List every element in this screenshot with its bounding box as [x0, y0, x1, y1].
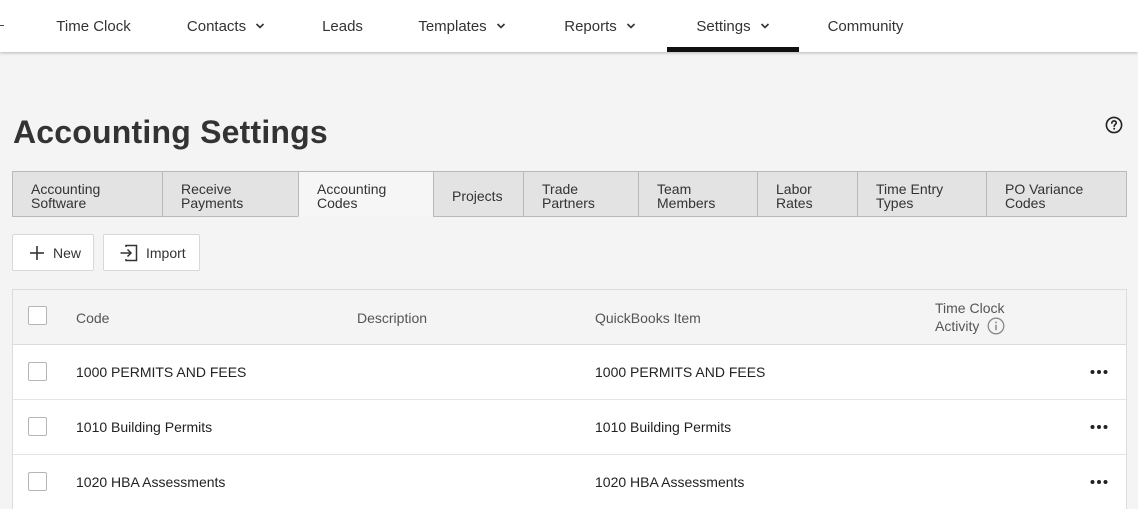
chevron-down-icon: [760, 23, 769, 29]
more-options-icon[interactable]: [1089, 419, 1109, 435]
nav-item-templates[interactable]: Templates: [400, 0, 524, 52]
top-nav: Time Clock Contacts Leads Templates Repo…: [0, 0, 1138, 52]
info-icon[interactable]: [987, 317, 1005, 335]
cell-quickbooks-item: 1010 Building Permits: [595, 419, 732, 435]
column-header-quickbooks-item[interactable]: QuickBooks Item: [595, 310, 701, 326]
column-header-time-clock-activity[interactable]: Time Clock Activity: [935, 299, 1005, 335]
tab-accounting-software[interactable]: Accounting Software: [12, 171, 163, 217]
tab-accounting-codes[interactable]: Accounting Codes: [298, 171, 434, 217]
nav-item-label: Contacts: [186, 17, 247, 35]
column-header-label-line2: Activity: [935, 318, 980, 334]
table-row[interactable]: 1000 PERMITS AND FEES 1000 PERMITS AND F…: [13, 345, 1126, 400]
plus-icon: [30, 245, 44, 260]
column-header-code[interactable]: Code: [76, 310, 109, 326]
more-options-icon[interactable]: [1089, 364, 1109, 380]
cell-code: 1020 HBA Assessments: [76, 474, 226, 490]
tab-label-line2: Codes: [1005, 195, 1046, 211]
column-header-label-line1: Time Clock: [935, 300, 1005, 316]
tab-label: Projects: [452, 188, 503, 204]
tab-label-line2: Software: [31, 195, 87, 211]
table-row[interactable]: 1020 HBA Assessments 1020 HBA Assessment…: [13, 455, 1126, 509]
nav-item-contacts[interactable]: Contacts: [168, 0, 284, 52]
row-checkbox[interactable]: [28, 472, 47, 491]
nav-item-label: Leads: [322, 17, 363, 35]
nav-item-label: Community: [827, 17, 904, 35]
question-circle-icon[interactable]: [1105, 116, 1123, 134]
select-all-checkbox[interactable]: [28, 306, 47, 325]
tab-label-line2: Members: [657, 195, 716, 211]
chevron-down-icon: [626, 23, 635, 29]
nav-item-settings[interactable]: Settings: [667, 0, 799, 52]
row-checkbox[interactable]: [28, 362, 47, 381]
nav-item-leads[interactable]: Leads: [305, 0, 380, 52]
tab-label-line2: Codes: [317, 195, 358, 211]
nav-item-time-clock[interactable]: Time Clock: [40, 0, 147, 52]
tab-labor-rates[interactable]: Labor Rates: [757, 171, 858, 217]
new-button[interactable]: New: [12, 234, 94, 271]
nav-item-label: Templates: [418, 17, 487, 35]
cell-quickbooks-item: 1000 PERMITS AND FEES: [595, 364, 766, 380]
page-title: Accounting Settings: [13, 114, 328, 150]
more-options-icon[interactable]: [1089, 474, 1109, 490]
chevron-down-icon: [496, 23, 505, 29]
tab-label-line2: Rates: [776, 195, 813, 211]
nav-item-community[interactable]: Community: [812, 0, 919, 52]
tab-receive-payments[interactable]: Receive Payments: [162, 171, 299, 217]
import-button-label: Import: [146, 244, 186, 261]
nav-item-label: Time Clock: [56, 17, 131, 35]
new-button-label: New: [53, 244, 82, 261]
row-checkbox[interactable]: [28, 417, 47, 436]
tab-projects[interactable]: Projects: [433, 171, 524, 217]
table-header: Code Description QuickBooks Item Time Cl…: [13, 290, 1126, 345]
nav-item-reports[interactable]: Reports: [549, 0, 651, 52]
tab-team-members[interactable]: Team Members: [638, 171, 758, 217]
import-button[interactable]: Import: [103, 234, 200, 271]
column-header-description[interactable]: Description: [357, 310, 427, 326]
accounting-codes-table: Code Description QuickBooks Item Time Cl…: [12, 289, 1127, 509]
cell-quickbooks-item: 1020 HBA Assessments: [595, 474, 745, 490]
nav-item-label: Reports: [564, 17, 617, 35]
cell-code: 1010 Building Permits: [76, 419, 213, 435]
nav-item-label: Settings: [696, 17, 751, 35]
tab-label-line2: Partners: [542, 195, 595, 211]
tab-po-variance-codes[interactable]: PO Variance Codes: [986, 171, 1127, 217]
tab-time-entry-types[interactable]: Time Entry Types: [857, 171, 987, 217]
tab-label-line2: Types: [876, 195, 914, 211]
cell-code: 1000 PERMITS AND FEES: [76, 364, 247, 380]
table-row[interactable]: 1010 Building Permits 1010 Building Perm…: [13, 400, 1126, 455]
tab-label-line2: Payments: [181, 195, 244, 211]
tab-trade-partners[interactable]: Trade Partners: [523, 171, 639, 217]
nav-edge-tick: [0, 25, 4, 26]
chevron-down-icon: [256, 23, 265, 29]
import-icon: [120, 244, 138, 261]
